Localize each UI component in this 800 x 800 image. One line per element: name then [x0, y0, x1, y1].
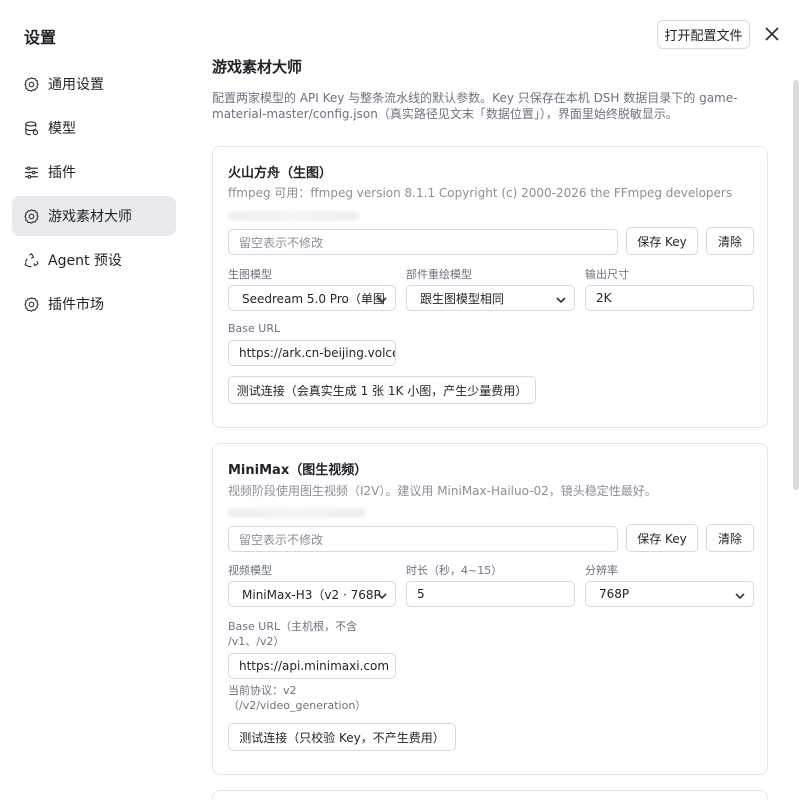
repaint-model-select[interactable]: 跟生图模型相同 — [406, 285, 575, 311]
sidebar-item-plugins[interactable]: 插件 — [12, 152, 176, 192]
next-card — [212, 790, 768, 800]
masked-key-display — [228, 508, 366, 518]
volcano-test-connection-button[interactable]: 测试连接（会真实生成 1 张 1K 小图，产生少量费用） — [228, 376, 536, 404]
base-url-label-line-2: /v1、/v2） — [228, 635, 285, 648]
duration-input[interactable]: 5 — [406, 581, 575, 607]
chevron-down-icon — [377, 590, 387, 600]
volcano-clear-button[interactable]: 清除 — [706, 227, 754, 255]
sidebar-item-general[interactable]: 通用设置 — [12, 64, 176, 104]
database-icon — [23, 120, 40, 137]
recycle-icon — [23, 252, 40, 269]
chevron-down-icon — [556, 294, 566, 304]
minimax-save-key-button[interactable]: 保存 Key — [626, 524, 698, 552]
gear-icon — [23, 76, 40, 93]
sidebar-item-label: 通用设置 — [48, 77, 104, 93]
sidebar-item-label: 插件 — [48, 165, 76, 181]
volcano-base-url-input[interactable]: https://ark.cn-beijing.volces.com — [228, 340, 396, 366]
minimax-card-subtitle: 视频阶段使用图生视频（I2V）。建议用 MiniMax-Hailuo-02，镜头… — [228, 484, 657, 498]
image-model-select[interactable]: Seedream 5.0 Pro（单图 — [228, 285, 396, 311]
sidebar-item-models[interactable]: 模型 — [12, 108, 176, 148]
resolution-label: 分辨率 — [585, 564, 618, 577]
sidebar-nav: 通用设置 模型 插件 游戏素材大师 Agent 预设 插件市场 — [12, 64, 176, 328]
volcano-save-key-button[interactable]: 保存 Key — [626, 227, 698, 255]
minimax-test-connection-button[interactable]: 测试连接（只校验 Key，不产生费用） — [228, 723, 456, 751]
duration-label: 时长（秒，4~15） — [406, 564, 503, 577]
video-model-value: MiniMax-H3（v2 · 768P — [242, 587, 381, 602]
settings-title: 设置 — [24, 28, 57, 47]
repaint-model-value: 跟生图模型相同 — [420, 291, 505, 306]
gear-icon — [23, 208, 40, 225]
resolution-value: 768P — [599, 587, 630, 601]
image-model-label: 生图模型 — [228, 268, 272, 281]
close-icon — [765, 27, 779, 41]
minimax-card-title: MiniMax（图生视频） — [228, 463, 368, 478]
volcano-key-input[interactable]: 留空表示不修改 — [228, 229, 618, 255]
sidebar-item-plugin-market[interactable]: 插件市场 — [12, 284, 176, 324]
base-url-label-line-1: Base URL（主机根，不含 — [228, 620, 358, 633]
output-size-input[interactable]: 2K — [585, 285, 754, 311]
resolution-select[interactable]: 768P — [585, 581, 754, 607]
base-url-label: Base URL — [228, 322, 281, 335]
volcano-card: 火山方舟（生图） ffmpeg 可用：ffmpeg version 8.1.1 … — [212, 146, 768, 428]
sliders-icon — [23, 164, 40, 181]
open-config-file-button[interactable]: 打开配置文件 — [657, 20, 750, 49]
sidebar-item-game-material-master[interactable]: 游戏素材大师 — [12, 196, 176, 236]
output-size-label: 输出尺寸 — [585, 268, 629, 281]
masked-key-display — [228, 211, 358, 221]
sidebar-item-label: Agent 预设 — [48, 253, 122, 269]
page-description: 配置两家模型的 API Key 与整条流水线的默认参数。Key 只保存在本机 D… — [212, 91, 738, 121]
sidebar-item-agent-presets[interactable]: Agent 预设 — [12, 240, 176, 280]
sidebar-item-label: 插件市场 — [48, 297, 104, 313]
sidebar-item-label: 游戏素材大师 — [48, 209, 132, 225]
minimax-base-url-input[interactable]: https://api.minimaxi.com — [228, 653, 396, 679]
protocol-hint-line-2: （/v2/video_generation） — [228, 699, 367, 712]
minimax-key-input[interactable]: 留空表示不修改 — [228, 526, 618, 552]
repaint-model-label: 部件重绘模型 — [406, 268, 472, 281]
image-model-value: Seedream 5.0 Pro（单图 — [242, 291, 385, 306]
gear-icon — [23, 296, 40, 313]
sidebar: 设置 通用设置 模型 插件 游戏素材大师 Agent 预设 插件市场 — [0, 0, 190, 800]
close-button[interactable] — [762, 24, 782, 44]
volcano-card-title: 火山方舟（生图） — [228, 166, 333, 181]
minimax-clear-button[interactable]: 清除 — [706, 524, 754, 552]
protocol-hint-line-1: 当前协议：v2 — [228, 684, 297, 697]
minimax-card: MiniMax（图生视频） 视频阶段使用图生视频（I2V）。建议用 MiniMa… — [212, 443, 768, 775]
volcano-card-subtitle: ffmpeg 可用：ffmpeg version 8.1.1 Copyright… — [228, 186, 733, 200]
video-model-select[interactable]: MiniMax-H3（v2 · 768P — [228, 581, 396, 607]
video-model-label: 视频模型 — [228, 564, 272, 577]
page-title: 游戏素材大师 — [212, 58, 303, 76]
chevron-down-icon — [377, 294, 387, 304]
scrollbar-thumb[interactable] — [793, 80, 799, 490]
chevron-down-icon — [735, 590, 745, 600]
sidebar-item-label: 模型 — [48, 121, 76, 137]
